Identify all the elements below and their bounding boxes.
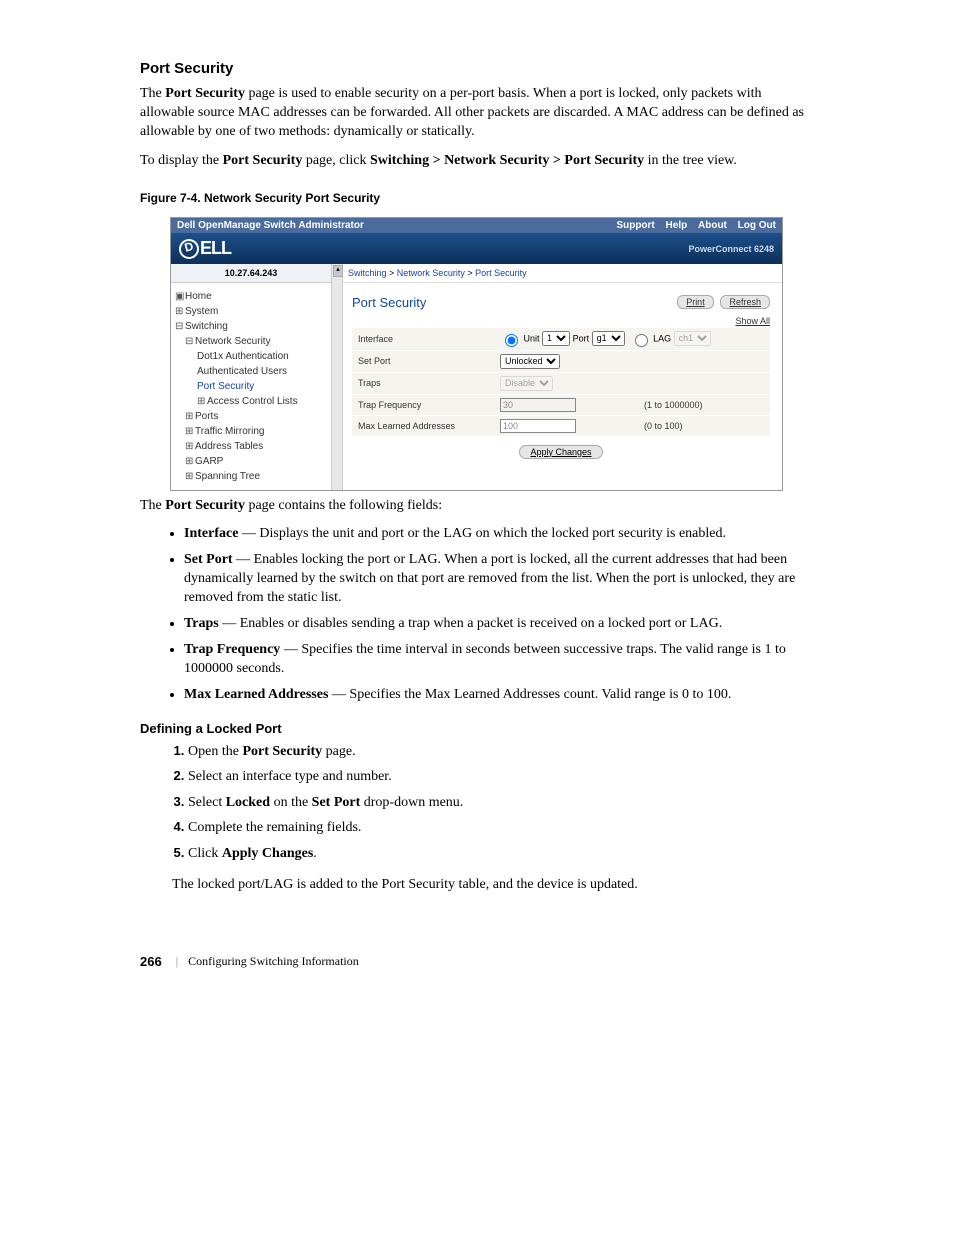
tree-port-security[interactable]: Port Security — [175, 379, 327, 394]
step-5: Click Apply Changes. — [188, 844, 819, 864]
screenshot: Dell OpenManage Switch Administrator Sup… — [170, 217, 783, 491]
row-set-port: Set Port Unlocked — [352, 350, 770, 372]
tree-network-security[interactable]: ⊟Network Security — [175, 334, 327, 349]
procedure-title: Defining a Locked Port — [140, 721, 819, 736]
step-1: Open the Port Security page. — [188, 742, 819, 762]
link-help[interactable]: Help — [666, 220, 688, 231]
radio-lag[interactable] — [635, 334, 648, 347]
tree-home[interactable]: ▣Home — [175, 289, 327, 304]
bullet-interface: Interface — Displays the unit and port o… — [184, 525, 819, 544]
show-all-link[interactable]: Show All — [735, 316, 770, 326]
tree-garp[interactable]: ⊞GARP — [175, 454, 327, 469]
nav-paragraph: To display the Port Security page, click… — [140, 152, 819, 171]
footer-chapter: Configuring Switching Information — [188, 954, 359, 969]
procedure-result: The locked port/LAG is added to the Port… — [172, 876, 819, 895]
step-3: Select Locked on the Set Port drop-down … — [188, 793, 819, 813]
tree-traffic[interactable]: ⊞Traffic Mirroring — [175, 424, 327, 439]
bullet-max-learned: Max Learned Addresses — Specifies the Ma… — [184, 686, 819, 705]
crumb-network-security[interactable]: Network Security — [397, 268, 465, 278]
step-4: Complete the remaining fields. — [188, 818, 819, 838]
breadcrumb: Switching > Network Security > Port Secu… — [332, 264, 782, 283]
fields-intro: The Port Security page contains the foll… — [140, 497, 819, 516]
brand-header: DELL PowerConnect 6248 — [171, 234, 782, 264]
link-logout[interactable]: Log Out — [738, 220, 776, 231]
trap-freq-input[interactable] — [500, 398, 576, 412]
max-learned-input[interactable] — [500, 419, 576, 433]
print-button[interactable]: Print — [677, 295, 714, 309]
unit-select[interactable]: 1 — [542, 331, 570, 346]
tree-dot1x[interactable]: Dot1x Authentication — [175, 349, 327, 364]
tree-address[interactable]: ⊞Address Tables — [175, 439, 327, 454]
port-label: Port — [573, 333, 590, 343]
label-set-port: Set Port — [352, 350, 494, 372]
crumb-switching[interactable]: Switching — [348, 268, 387, 278]
label-traps: Traps — [352, 372, 494, 394]
hint-max-learned: (0 to 100) — [638, 415, 770, 436]
tree-switching[interactable]: ⊟Switching — [175, 319, 327, 334]
footer-separator: | — [176, 954, 178, 969]
hint-trap-freq: (1 to 1000000) — [638, 394, 770, 415]
row-max-learned: Max Learned Addresses (0 to 100) — [352, 415, 770, 436]
scroll-up-icon[interactable]: ▴ — [333, 265, 343, 277]
top-links: Support Help About Log Out — [608, 220, 776, 231]
procedure-steps: Open the Port Security page. Select an i… — [140, 742, 819, 864]
bullet-set-port: Set Port — Enables locking the port or L… — [184, 551, 819, 608]
section-title: Port Security — [140, 60, 819, 77]
tree-ports[interactable]: ⊞Ports — [175, 409, 327, 424]
tree-acl[interactable]: ⊞Access Control Lists — [175, 394, 327, 409]
intro-paragraph: The Port Security page is used to enable… — [140, 85, 819, 142]
refresh-button[interactable]: Refresh — [720, 295, 770, 309]
nav-tree: ▣Home ⊞System ⊟Switching ⊟Network Securi… — [171, 283, 331, 490]
figure-caption: Figure 7-4. Network Security Port Securi… — [140, 191, 819, 205]
radio-unit[interactable] — [505, 334, 518, 347]
window-titlebar: Dell OpenManage Switch Administrator Sup… — [171, 218, 782, 234]
fields-list: Interface — Displays the unit and port o… — [140, 525, 819, 704]
set-port-select[interactable]: Unlocked — [500, 354, 560, 369]
tree-spanning[interactable]: ⊞Spanning Tree — [175, 469, 327, 484]
page-number: 266 — [140, 954, 162, 969]
tree-system[interactable]: ⊞System — [175, 304, 327, 319]
lag-label: LAG — [653, 333, 671, 343]
port-select[interactable]: g1 — [592, 331, 625, 346]
crumb-port-security[interactable]: Port Security — [475, 268, 527, 278]
row-traps: Traps Disable — [352, 372, 770, 394]
product-name: PowerConnect 6248 — [688, 244, 774, 254]
link-about[interactable]: About — [698, 220, 727, 231]
settings-table: Interface Unit 1 Port g1 LAG ch1 — [352, 328, 770, 437]
dell-logo: DELL — [179, 238, 231, 259]
label-trap-freq: Trap Frequency — [352, 394, 494, 415]
tree-auth-users[interactable]: Authenticated Users — [175, 364, 327, 379]
page-footer: 266 | Configuring Switching Information — [140, 954, 819, 969]
link-support[interactable]: Support — [616, 220, 654, 231]
row-trap-freq: Trap Frequency (1 to 1000000) — [352, 394, 770, 415]
lag-select[interactable]: ch1 — [674, 331, 711, 346]
row-interface: Interface Unit 1 Port g1 LAG ch1 — [352, 328, 770, 351]
device-ip: 10.27.64.243 — [171, 264, 331, 283]
unit-label: Unit — [524, 333, 540, 343]
scrollbar[interactable]: ▴ — [332, 264, 343, 490]
bullet-traps: Traps — Enables or disables sending a tr… — [184, 615, 819, 634]
label-interface: Interface — [352, 328, 494, 351]
nav-pane: 10.27.64.243 ▣Home ⊞System ⊟Switching ⊟N… — [171, 264, 332, 490]
bullet-trap-frequency: Trap Frequency — Specifies the time inte… — [184, 641, 819, 679]
window-title: Dell OpenManage Switch Administrator — [177, 220, 364, 231]
traps-select[interactable]: Disable — [500, 376, 553, 391]
label-max-learned: Max Learned Addresses — [352, 415, 494, 436]
apply-changes-button[interactable]: Apply Changes — [519, 445, 602, 459]
step-2: Select an interface type and number. — [188, 767, 819, 787]
